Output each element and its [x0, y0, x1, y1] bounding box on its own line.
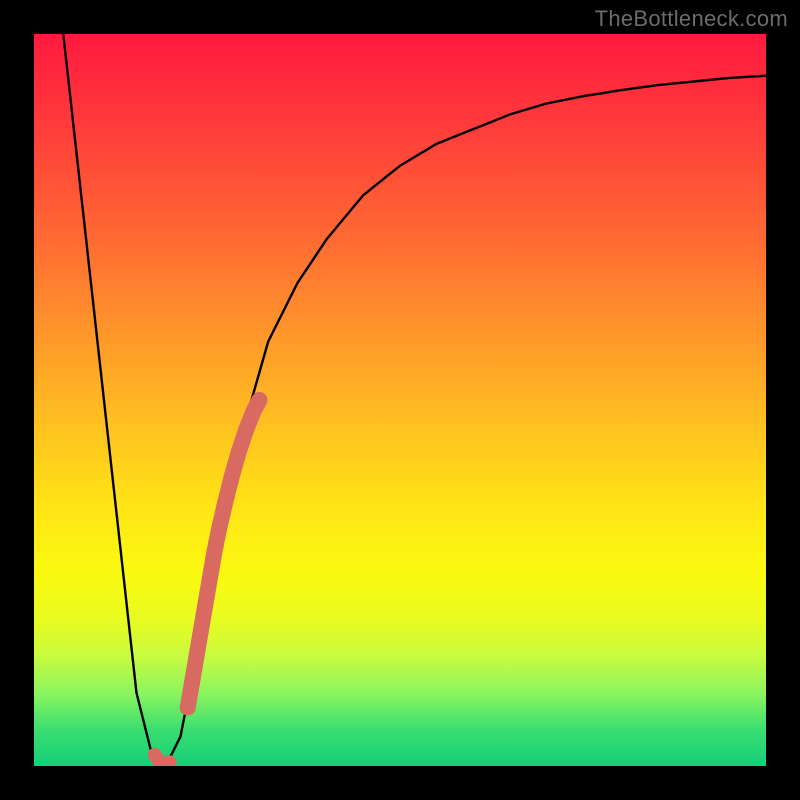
bottleneck-marker-segment-dot: [238, 421, 254, 437]
plot-area: [34, 34, 766, 766]
bottleneck-marker-segment-dot: [224, 469, 240, 485]
bottleneck-marker-segment-dot: [251, 392, 267, 408]
bottleneck-marker-segment-dot: [184, 674, 200, 690]
bottleneck-curve: [63, 34, 766, 766]
bottleneck-marker-segment-dot: [189, 648, 205, 664]
bottleneck-marker-segment-dot: [180, 699, 196, 715]
chart-frame: TheBottleneck.com: [0, 0, 800, 800]
watermark-text: TheBottleneck.com: [595, 6, 788, 32]
bottleneck-marker-segment-dot: [197, 597, 213, 613]
bottleneck-marker-segment-dot: [216, 498, 232, 514]
bottleneck-marker-segment-dot: [210, 524, 226, 540]
bottleneck-marker-segment-dot: [202, 571, 218, 587]
chart-svg: [34, 34, 766, 766]
bottleneck-marker-segment-dot: [193, 623, 209, 639]
bottleneck-marker-segment-dot: [206, 546, 222, 562]
bottleneck-marker-segment-dot: [231, 443, 247, 459]
